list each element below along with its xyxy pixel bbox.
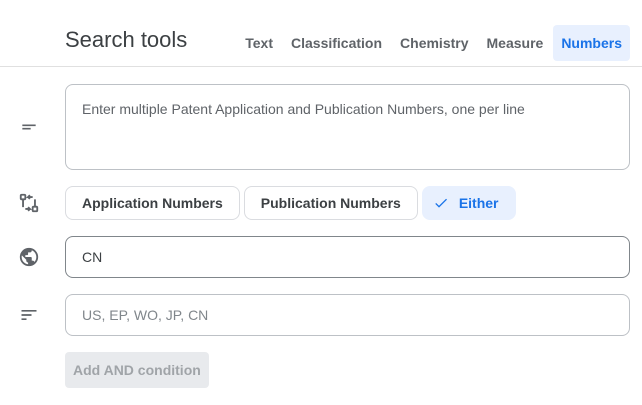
tool-tabs: Text Classification Chemistry Measure Nu… xyxy=(235,25,630,61)
short-text-icon xyxy=(18,116,40,138)
page-title: Search tools xyxy=(65,27,188,52)
chip-label: Application Numbers xyxy=(82,195,223,211)
search-tools-header: Search tools Text Classification Chemist… xyxy=(0,0,642,67)
application-numbers-chip[interactable]: Application Numbers xyxy=(65,186,240,220)
globe-icon xyxy=(18,246,40,268)
chip-label: Publication Numbers xyxy=(260,195,401,211)
route-icon xyxy=(18,192,40,214)
either-chip[interactable]: Either xyxy=(421,186,516,220)
country-code-field[interactable] xyxy=(65,294,630,336)
tab-numbers[interactable]: Numbers xyxy=(553,25,630,61)
sort-icon xyxy=(18,304,40,326)
add-and-condition-button[interactable]: Add AND condition xyxy=(65,352,209,388)
publication-numbers-chip[interactable]: Publication Numbers xyxy=(243,186,418,220)
tab-classification[interactable]: Classification xyxy=(283,25,390,61)
tab-chemistry[interactable]: Chemistry xyxy=(392,25,476,61)
patent-numbers-input[interactable] xyxy=(65,84,630,170)
chip-label: Either xyxy=(458,195,499,211)
check-icon xyxy=(433,195,449,211)
country-field[interactable] xyxy=(65,236,630,278)
number-type-chips: Application Numbers Publication Numbers … xyxy=(65,186,516,220)
tab-text[interactable]: Text xyxy=(237,25,281,61)
tab-measure[interactable]: Measure xyxy=(479,25,552,61)
